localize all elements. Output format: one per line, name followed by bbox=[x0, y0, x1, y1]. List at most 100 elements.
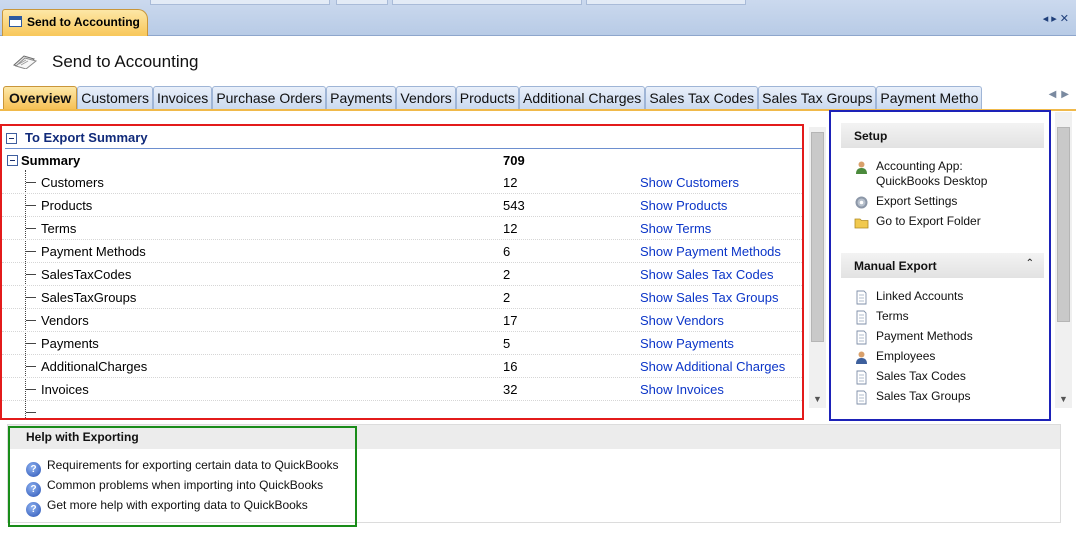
row-count: 6 bbox=[503, 244, 511, 259]
sales-tax-groups-label: Sales Tax Groups bbox=[876, 389, 971, 403]
help-link-common-problems[interactable]: ? Common problems when importing into Qui… bbox=[26, 478, 323, 497]
scroll-left-icon[interactable]: ◂ bbox=[1043, 13, 1052, 25]
background-tab[interactable] bbox=[150, 0, 330, 5]
row-label: SalesTaxCodes bbox=[41, 267, 132, 282]
setup-header: Setup bbox=[841, 123, 1044, 148]
show-invoices-link[interactable]: Show Invoices bbox=[640, 382, 724, 397]
background-tab[interactable] bbox=[586, 0, 746, 5]
section-title: To Export Summary bbox=[25, 130, 148, 145]
tree-branch bbox=[26, 389, 36, 390]
tab-purchase-orders[interactable]: Purchase Orders bbox=[212, 86, 327, 110]
tab-scroll-right-icon[interactable]: ▶ bbox=[1061, 89, 1074, 100]
help-link-requirements[interactable]: ? Requirements for exporting certain data… bbox=[26, 458, 338, 477]
row-count: 2 bbox=[503, 267, 511, 282]
gear-icon bbox=[855, 196, 868, 209]
tree-branch bbox=[26, 274, 36, 275]
row-label: Terms bbox=[41, 221, 77, 236]
show-sales-tax-groups-link[interactable]: Show Sales Tax Groups bbox=[640, 290, 779, 305]
row-count: 16 bbox=[503, 359, 518, 374]
export-summary-header: To Export Summary bbox=[5, 128, 802, 149]
side-panel-scrollbar[interactable]: ▼ bbox=[1055, 112, 1072, 408]
tab-additional-charges[interactable]: Additional Charges bbox=[519, 86, 646, 110]
payment-methods-label: Payment Methods bbox=[876, 329, 973, 343]
document-icon bbox=[856, 310, 867, 325]
show-terms-link[interactable]: Show Terms bbox=[640, 221, 711, 236]
tree-branch bbox=[26, 412, 36, 413]
table-row: Invoices 32 Show Invoices bbox=[2, 378, 802, 401]
tree-branch bbox=[26, 320, 36, 321]
scroll-down-icon[interactable]: ▼ bbox=[813, 394, 822, 404]
document-tab-label: Send to Accounting bbox=[27, 15, 140, 29]
tab-payment-methods[interactable]: Payment Metho bbox=[876, 86, 983, 110]
tab-scroll-left-icon[interactable]: ◀ bbox=[1049, 89, 1062, 100]
close-icon[interactable]: ✕ bbox=[1060, 13, 1072, 25]
tab-sales-tax-codes[interactable]: Sales Tax Codes bbox=[645, 86, 759, 110]
tab-vendors[interactable]: Vendors bbox=[396, 86, 456, 110]
export-summary-scrollbar[interactable]: ▼ bbox=[809, 127, 826, 408]
export-settings-label: Export Settings bbox=[876, 194, 958, 208]
scroll-down-icon[interactable]: ▼ bbox=[1059, 394, 1068, 404]
tree-branch bbox=[26, 251, 36, 252]
scrollbar-thumb[interactable] bbox=[1057, 127, 1070, 322]
collapse-summary-icon[interactable] bbox=[7, 155, 18, 166]
accounting-app-value: QuickBooks Desktop bbox=[876, 174, 988, 188]
accounting-app-label: Accounting App: bbox=[876, 159, 963, 173]
setup-section: Setup Accounting App: QuickBooks Desktop… bbox=[841, 123, 1044, 236]
document-icon bbox=[856, 390, 867, 405]
tab-customers[interactable]: Customers bbox=[77, 86, 153, 110]
show-sales-tax-codes-link[interactable]: Show Sales Tax Codes bbox=[640, 267, 773, 282]
scroll-right-icon[interactable]: ▸ bbox=[1051, 13, 1060, 25]
row-label: Invoices bbox=[41, 382, 89, 397]
side-panel: Setup Accounting App: QuickBooks Desktop… bbox=[829, 110, 1051, 421]
table-row-partial bbox=[2, 401, 802, 418]
scrollbar-thumb[interactable] bbox=[811, 132, 824, 342]
table-row: Products 543 Show Products bbox=[2, 194, 802, 217]
export-folder-label: Go to Export Folder bbox=[876, 214, 981, 228]
tab-sales-tax-groups[interactable]: Sales Tax Groups bbox=[758, 86, 877, 110]
collapse-icon[interactable]: ⌃ bbox=[1026, 258, 1034, 269]
document-tab-controls: ◂▸✕ bbox=[1043, 12, 1072, 25]
help-icon: ? bbox=[26, 482, 41, 497]
tab-row: Overview Customers Invoices Purchase Orders… bbox=[3, 86, 1045, 110]
tab-invoices[interactable]: Invoices bbox=[152, 86, 213, 110]
table-row: Payments 5 Show Payments bbox=[2, 332, 802, 355]
show-vendors-link[interactable]: Show Vendors bbox=[640, 313, 724, 328]
help-title: Help with Exporting bbox=[26, 430, 139, 444]
table-row: AdditionalCharges 16 Show Additional Cha… bbox=[2, 355, 802, 378]
row-count: 32 bbox=[503, 382, 518, 397]
row-label: Payment Methods bbox=[41, 244, 146, 259]
manual-export-title: Manual Export bbox=[854, 259, 937, 273]
tab-overview[interactable]: Overview bbox=[3, 86, 78, 110]
row-count: 12 bbox=[503, 175, 518, 190]
table-row: Terms 12 Show Terms bbox=[2, 217, 802, 240]
show-customers-link[interactable]: Show Customers bbox=[640, 175, 739, 190]
show-payments-link[interactable]: Show Payments bbox=[640, 336, 734, 351]
show-products-link[interactable]: Show Products bbox=[640, 198, 727, 213]
document-tab-send-to-accounting[interactable]: Send to Accounting bbox=[2, 9, 148, 36]
background-tab[interactable] bbox=[392, 0, 582, 5]
employees-label: Employees bbox=[876, 349, 936, 363]
tree-branch bbox=[26, 297, 36, 298]
row-count: 2 bbox=[503, 290, 511, 305]
row-label: Products bbox=[41, 198, 93, 213]
tab-payments[interactable]: Payments bbox=[326, 86, 397, 110]
manual-export-header[interactable]: Manual Export ⌃ bbox=[841, 253, 1044, 278]
background-tab[interactable] bbox=[336, 0, 388, 5]
terms-label: Terms bbox=[876, 309, 909, 323]
help-link-more-help[interactable]: ? Get more help with exporting data to Qu… bbox=[26, 498, 308, 517]
collapse-section-icon[interactable] bbox=[6, 133, 17, 144]
show-additional-charges-link[interactable]: Show Additional Charges bbox=[640, 359, 785, 374]
document-icon bbox=[856, 290, 867, 305]
summary-label: Summary bbox=[21, 153, 81, 168]
document-icon bbox=[856, 330, 867, 345]
show-payment-methods-link[interactable]: Show Payment Methods bbox=[640, 244, 781, 259]
summary-row: Summary 709 bbox=[2, 151, 802, 171]
help-icon: ? bbox=[26, 462, 41, 477]
tree-branch bbox=[26, 343, 36, 344]
help-link-label: Get more help with exporting data to Qui… bbox=[47, 498, 308, 512]
document-icon bbox=[856, 370, 867, 385]
row-count: 5 bbox=[503, 336, 511, 351]
summary-total: 709 bbox=[503, 153, 525, 168]
tab-products[interactable]: Products bbox=[455, 86, 520, 110]
table-row: SalesTaxGroups 2 Show Sales Tax Groups bbox=[2, 286, 802, 309]
